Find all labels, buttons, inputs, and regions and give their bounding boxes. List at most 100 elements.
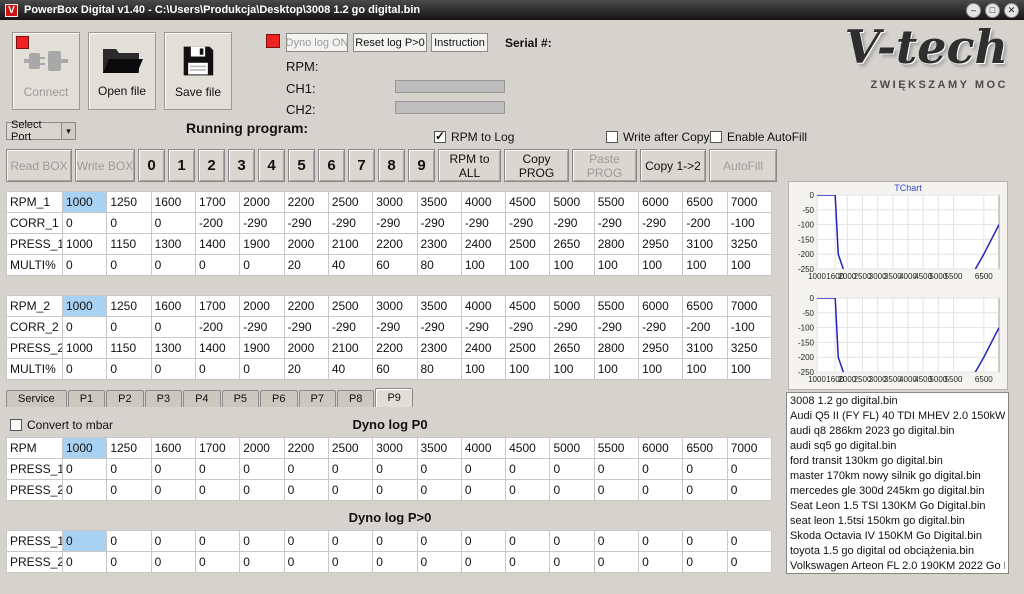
dyno-log-button[interactable]: Dyno log ON (286, 33, 348, 52)
grid-cell[interactable]: 0 (506, 531, 550, 552)
grid-cell[interactable]: 1300 (151, 234, 195, 255)
grid-cell[interactable]: 0 (195, 255, 239, 276)
grid-cell[interactable]: 0 (240, 255, 284, 276)
copy-prog-button[interactable]: Copy PROG (504, 149, 569, 182)
file-list-item[interactable]: Seat Leon 1.5 TSI 130KM Go Digital.bin (790, 499, 1005, 514)
grid-cell[interactable]: 2200 (373, 338, 417, 359)
grid-cell[interactable]: 0 (284, 459, 328, 480)
grid-cell[interactable]: 0 (594, 480, 638, 501)
grid-cell[interactable]: 5500 (594, 296, 638, 317)
grid-cell[interactable]: 100 (639, 359, 683, 380)
reset-log-button[interactable]: Reset log P>0 (353, 33, 427, 52)
grid-cell[interactable]: -200 (195, 317, 239, 338)
grid-cell[interactable]: 7000 (727, 192, 771, 213)
tab-service[interactable]: Service (6, 390, 67, 407)
grid-cell[interactable]: 1250 (107, 296, 151, 317)
grid-cell[interactable]: 0 (727, 552, 771, 573)
grid-cell[interactable]: 0 (107, 531, 151, 552)
grid-cell[interactable]: 100 (506, 255, 550, 276)
minimize-button[interactable]: – (966, 3, 981, 18)
grid-cell[interactable]: 0 (151, 255, 195, 276)
maximize-button[interactable]: □ (985, 3, 1000, 18)
grid-cell[interactable]: 3000 (373, 192, 417, 213)
grid-cell[interactable]: 0 (373, 531, 417, 552)
grid-cell[interactable]: 0 (195, 531, 239, 552)
digit-9-button[interactable]: 9 (408, 149, 435, 182)
grid-cell[interactable]: 0 (63, 459, 107, 480)
grid-cell[interactable]: -200 (683, 213, 727, 234)
grid-cell[interactable]: 0 (63, 480, 107, 501)
grid-cell[interactable]: 5500 (594, 438, 638, 459)
enable-autofill-checkbox[interactable]: Enable AutoFill (710, 130, 807, 144)
tab-p4[interactable]: P4 (183, 390, 220, 407)
grid-cell[interactable]: 2800 (594, 338, 638, 359)
grid-cell[interactable]: 0 (727, 459, 771, 480)
digit-1-button[interactable]: 1 (168, 149, 195, 182)
grid-cell[interactable]: 0 (727, 531, 771, 552)
grid-cell[interactable]: 0 (683, 531, 727, 552)
grid-cell[interactable]: 100 (506, 359, 550, 380)
tab-p3[interactable]: P3 (145, 390, 182, 407)
instruction-button[interactable]: Instruction (431, 33, 488, 52)
digit-3-button[interactable]: 3 (228, 149, 255, 182)
grid-cell[interactable]: 0 (550, 552, 594, 573)
file-list-item[interactable]: audi q8 286km 2023 go digital.bin (790, 424, 1005, 439)
grid-cell[interactable]: 1250 (107, 438, 151, 459)
grid-cell[interactable]: 1000 (63, 438, 107, 459)
grid-cell[interactable]: 4500 (506, 296, 550, 317)
grid-cell[interactable]: 2200 (373, 234, 417, 255)
open-file-button[interactable]: Open file (88, 32, 156, 110)
tab-p8[interactable]: P8 (337, 390, 374, 407)
grid-cell[interactable]: -290 (328, 317, 372, 338)
grid-cell[interactable]: 80 (417, 359, 461, 380)
close-button[interactable]: ✕ (1004, 3, 1019, 18)
grid-cell[interactable]: 0 (63, 552, 107, 573)
title-bar[interactable]: V PowerBox Digital v1.40 - C:\Users\Prod… (0, 0, 1024, 20)
grid-cell[interactable]: 0 (594, 459, 638, 480)
grid-cell[interactable]: 20 (284, 359, 328, 380)
paste-prog-button[interactable]: Paste PROG (572, 149, 637, 182)
grid-cell[interactable]: 0 (63, 317, 107, 338)
grid-cell[interactable]: 4500 (506, 192, 550, 213)
grid-cell[interactable]: -100 (727, 213, 771, 234)
grid-cell[interactable]: 6000 (639, 296, 683, 317)
grid-cell[interactable]: 1400 (195, 234, 239, 255)
grid-cell[interactable]: 2400 (461, 338, 505, 359)
grid-cell[interactable]: 2100 (328, 338, 372, 359)
rpm-to-log-checkbox-box[interactable] (434, 131, 446, 143)
grid-cell[interactable]: -290 (284, 317, 328, 338)
grid-cell[interactable]: 2400 (461, 234, 505, 255)
grid-cell[interactable]: 80 (417, 255, 461, 276)
grid-cell[interactable]: 0 (107, 359, 151, 380)
file-list-item[interactable]: audi sq5 go digital.bin (790, 439, 1005, 454)
grid-cell[interactable]: 0 (240, 459, 284, 480)
grid-cell[interactable]: 40 (328, 255, 372, 276)
grid-cell[interactable]: 1900 (240, 234, 284, 255)
grid-cell[interactable]: 2100 (328, 234, 372, 255)
grid-cell[interactable]: 6000 (639, 192, 683, 213)
grid-cell[interactable]: 0 (683, 459, 727, 480)
grid-cell[interactable]: -290 (373, 317, 417, 338)
tab-p6[interactable]: P6 (260, 390, 297, 407)
grid-cell[interactable]: 1600 (151, 192, 195, 213)
grid-cell[interactable]: 3000 (373, 296, 417, 317)
grid-cell[interactable]: -290 (550, 317, 594, 338)
grid-cell[interactable]: 40 (328, 359, 372, 380)
grid-cell[interactable]: 1700 (195, 438, 239, 459)
grid-cell[interactable]: 6500 (683, 192, 727, 213)
grid-cell[interactable]: 0 (195, 459, 239, 480)
grid-cell[interactable]: -290 (639, 213, 683, 234)
grid-cell[interactable]: 2000 (284, 338, 328, 359)
grid-cell[interactable]: 0 (63, 359, 107, 380)
grid-cell[interactable]: 3500 (417, 438, 461, 459)
grid-cell[interactable]: 0 (550, 480, 594, 501)
grid-cell[interactable]: 0 (63, 531, 107, 552)
rpm-to-all-button[interactable]: RPM to ALL (438, 149, 501, 182)
tab-p1[interactable]: P1 (68, 390, 105, 407)
grid-cell[interactable]: 0 (151, 213, 195, 234)
grid-cell[interactable]: 60 (373, 255, 417, 276)
enable-autofill-checkbox-box[interactable] (710, 131, 722, 143)
grid-cell[interactable]: 1000 (63, 338, 107, 359)
file-list-item[interactable]: mercedes gle 300d 245km go digital.bin (790, 484, 1005, 499)
grid-cell[interactable]: 0 (417, 531, 461, 552)
